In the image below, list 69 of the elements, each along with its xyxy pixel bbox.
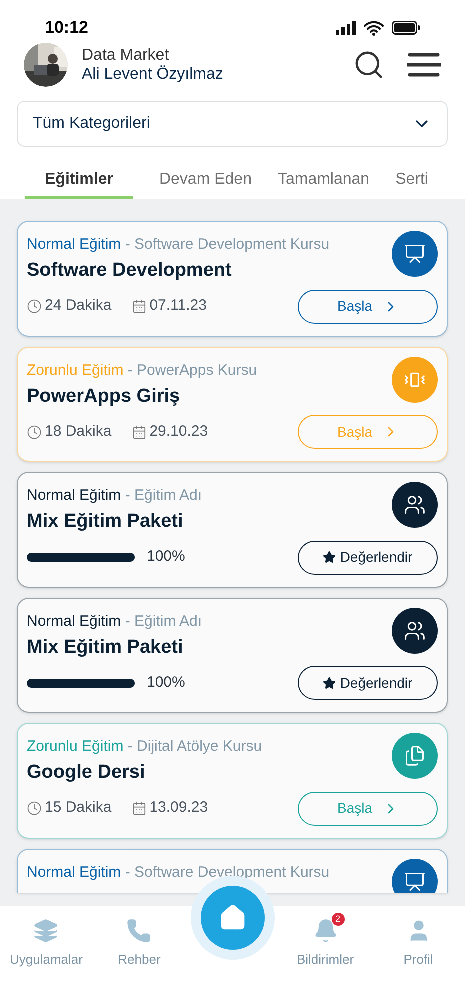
calendar-icon [132, 801, 147, 816]
pages-icon [33, 918, 60, 944]
course-title: Software Development [27, 259, 233, 283]
course-name: - Eğitim Adı [125, 612, 202, 630]
training-type: Normal Eğitim [27, 612, 122, 630]
training-type: Normal Eğitim [27, 236, 122, 253]
course-title: Mix Eğitim Paketi [27, 636, 184, 660]
course-card[interactable]: Normal Eğitim - Eğitim Adı Mix Eğitim Paketi 100% Değerlendir [17, 472, 448, 588]
user-name: Ali Levent Özyılmaz [82, 65, 224, 84]
course-title: PowerApps Giriş [27, 384, 182, 408]
search-icon[interactable] [353, 49, 385, 81]
tab[interactable]: Serti [396, 163, 428, 199]
menu-icon[interactable] [407, 52, 441, 78]
calendar-icon [132, 424, 147, 440]
training-type: Normal Eğitim [27, 864, 122, 880]
start-button[interactable]: Başla [298, 290, 438, 324]
training-type: Zorunlu Eğitim [27, 738, 124, 755]
course-card[interactable]: Zorunlu Eğitim - Dijital Atölye Kursu Google Dersi 15 Dakika 13.09.23 Başla [17, 723, 448, 838]
clock-icon [27, 424, 42, 440]
status-time: 10:12 [45, 17, 88, 40]
progress-value: 100% [147, 672, 186, 693]
course-name: - Dijital Atölye Kursu [128, 738, 262, 755]
duration: 24 Dakika [45, 296, 112, 316]
training-type: Normal Eğitim [27, 487, 122, 504]
wifi-icon [364, 20, 384, 36]
training-type: Zorunlu Eğitim [27, 362, 124, 378]
date: 07.11.23 [150, 296, 207, 316]
signal-icon [336, 21, 356, 35]
home-icon [218, 904, 246, 932]
date: 29.10.23 [150, 422, 208, 442]
rate-button[interactable]: Değerlendir [298, 540, 438, 574]
documents-icon [392, 733, 438, 779]
nav-item[interactable]: Uygulamalar [2, 912, 91, 970]
group-icon [392, 608, 438, 654]
rate-button[interactable]: Değerlendir [298, 666, 438, 700]
presentation-icon [392, 231, 438, 277]
course-title: Google Dersi [27, 761, 146, 785]
category-select[interactable]: Tüm Kategorileri [17, 101, 448, 147]
notification-badge: 2 [332, 913, 344, 926]
course-title: Mix Eğitim Paketi [27, 510, 184, 534]
tab[interactable]: Tamamlanan [278, 163, 370, 199]
course-name: - Eğitim Adı [125, 487, 202, 504]
course-name: - PowerApps Kursu [128, 362, 258, 378]
clock-icon [27, 299, 42, 314]
course-name: - Software Development Kursu [125, 864, 330, 880]
course-card[interactable]: Normal Eğitim - Eğitim Adı Mix Eğitim Paketi 100% Değerlendir [17, 598, 448, 713]
duration: 15 Dakika [45, 798, 112, 818]
nav-item[interactable]: Rehber [110, 912, 169, 970]
nav-item[interactable]: Profil [396, 912, 442, 970]
date: 13.09.23 [150, 798, 208, 818]
phone-icon [126, 918, 152, 944]
group-icon [392, 482, 438, 528]
clock-icon [27, 801, 42, 816]
course-card[interactable]: Zorunlu Eğitim - PowerApps Kursu PowerApps Giriş 18 Dakika 29.10.23 Başla [17, 346, 448, 462]
tab[interactable]: Devam Eden [159, 163, 252, 199]
tab[interactable]: Eğitimler [25, 163, 134, 199]
calendar-icon [132, 299, 147, 314]
presentation-icon [392, 858, 438, 892]
course-card[interactable]: Normal Eğitim - Software Development Kursu Software Development 24 Dakika 07.11.23 Başla [17, 221, 448, 336]
star-icon [323, 551, 336, 564]
course-card[interactable]: Normal Eğitim - Software Development Kursu [17, 848, 448, 892]
company-name: Data Market [82, 46, 170, 65]
vibrate-icon [392, 356, 438, 402]
nav-item[interactable]: 2 Bildirimler [288, 912, 362, 970]
star-icon [323, 676, 336, 690]
duration: 18 Dakika [45, 422, 112, 442]
course-name: - Software Development Kursu [125, 236, 330, 253]
progress-value: 100% [147, 547, 186, 568]
battery-icon [392, 21, 420, 35]
